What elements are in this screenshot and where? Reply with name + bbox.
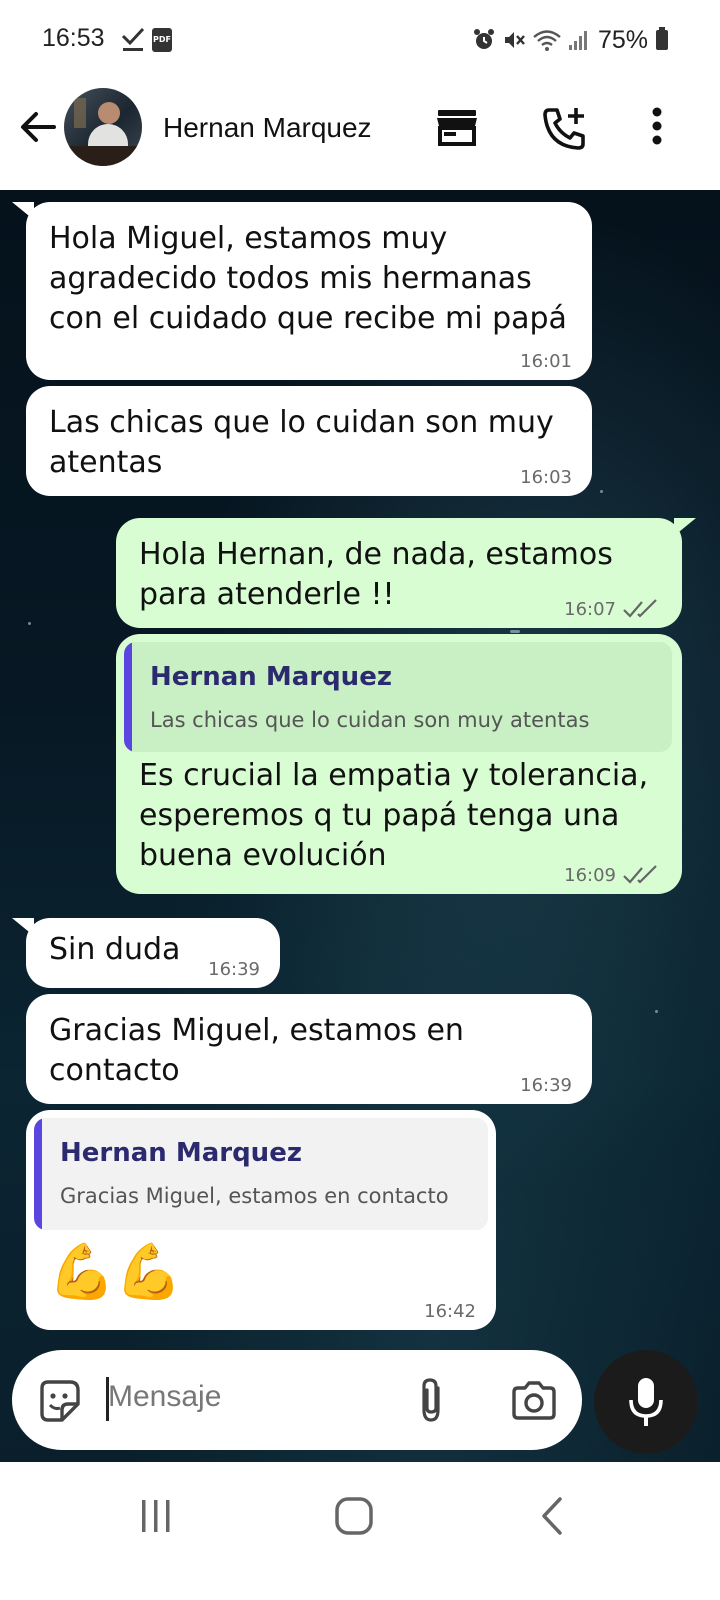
message-bubble-outgoing[interactable]: Hola Hernan, de nada, estamos para atend… (116, 518, 696, 628)
microphone-icon (629, 1378, 663, 1426)
message-time: 16:03 (520, 467, 572, 488)
message-text: Es crucial la empatia y tolerancia, espe… (139, 756, 648, 876)
signal-icon (568, 31, 587, 50)
camera-icon[interactable] (510, 1380, 558, 1422)
message-line: con el cuidado que recibe mi papá (49, 301, 567, 336)
battery-percent: 75% (597, 25, 648, 54)
battery-icon (656, 27, 668, 50)
status-time: 16:53 (42, 24, 105, 52)
message-line: Las chicas que lo cuidan son muy (49, 405, 554, 440)
bubble-tail (674, 518, 696, 536)
message-line: Hola Hernan, de nada, estamos (139, 537, 613, 572)
message-bubble-incoming[interactable]: Las chicas que lo cuidan son muy atentas… (26, 386, 592, 496)
status-indicators: 75% (472, 24, 668, 56)
paperclip-icon[interactable] (416, 1376, 446, 1426)
message-line: Hola Miguel, estamos muy (49, 221, 448, 256)
message-line: Gracias Miguel, estamos en (49, 1013, 464, 1048)
avatar[interactable] (64, 88, 142, 166)
quote-bar (34, 1118, 42, 1230)
system-nav-bar (0, 1462, 720, 1600)
message-bubble-incoming[interactable]: Hola Miguel, estamos muy agradecido todo… (12, 202, 592, 380)
message-time: 16:09 (564, 865, 616, 886)
quote-text: Gracias Miguel, estamos en contacto (60, 1184, 449, 1208)
message-input[interactable]: Mensaje (108, 1380, 221, 1414)
message-line: atentas (49, 445, 163, 480)
quote-bar (124, 642, 132, 752)
message-time: 16:42 (424, 1301, 476, 1322)
quote-author: Hernan Marquez (150, 662, 392, 692)
wifi-icon (533, 30, 561, 51)
contact-name[interactable]: Hernan Marquez (163, 112, 372, 144)
message-bubble-incoming[interactable]: Gracias Miguel, estamos en contacto 16:3… (26, 994, 592, 1104)
check-notification-icon (121, 27, 145, 51)
mic-button[interactable] (594, 1350, 698, 1454)
avatar-desk (64, 146, 142, 166)
message-bubble-incoming[interactable]: Sin duda 16:39 (12, 918, 280, 988)
message-time: 16:39 (520, 1075, 572, 1096)
message-line: contacto (49, 1053, 180, 1088)
add-call-icon[interactable] (540, 104, 590, 154)
wallpaper-star (28, 622, 31, 625)
status-bar: 16:53 PDF 75% (0, 0, 720, 80)
wallpaper-star (510, 630, 520, 633)
back-nav-icon[interactable] (538, 1496, 566, 1536)
bubble-tail (12, 202, 34, 220)
quote-author: Hernan Marquez (60, 1138, 302, 1168)
double-check-icon (623, 599, 657, 618)
quoted-message[interactable]: Hernan Marquez Las chicas que lo cuidan … (124, 642, 672, 752)
arrow-left-icon[interactable] (16, 104, 62, 150)
pdf-notification-icon: PDF (152, 28, 172, 52)
message-text: Las chicas que lo cuidan son muy atentas (49, 403, 554, 483)
wallpaper-star (655, 1010, 658, 1013)
message-time: 16:07 (564, 599, 616, 620)
message-time: 16:39 (208, 959, 260, 980)
home-icon[interactable] (334, 1496, 374, 1536)
avatar-head (98, 102, 120, 124)
message-line: esperemos q tu papá tenga una (139, 798, 620, 833)
mute-icon (504, 32, 525, 48)
more-vert-icon[interactable] (648, 104, 666, 150)
bubble-tail (12, 918, 34, 936)
message-line: agradecido todos mis hermanas (49, 261, 532, 296)
message-bubble-outgoing[interactable]: Hernan Marquez Las chicas que lo cuidan … (116, 634, 682, 894)
avatar-lamp (74, 98, 86, 128)
message-line: Sin duda (49, 932, 181, 967)
message-text: Hola Miguel, estamos muy agradecido todo… (49, 219, 567, 339)
message-bubble-incoming[interactable]: Hernan Marquez Gracias Miguel, estamos e… (26, 1110, 496, 1330)
double-check-icon (623, 865, 657, 884)
chat-area[interactable]: Hola Miguel, estamos muy agradecido todo… (0, 190, 720, 1462)
sticker-icon[interactable] (36, 1378, 82, 1424)
message-line: para atenderle !! (139, 577, 395, 612)
message-text: Sin duda (49, 930, 180, 970)
wallpaper-star (600, 490, 603, 493)
quoted-message[interactable]: Hernan Marquez Gracias Miguel, estamos e… (34, 1118, 488, 1230)
recent-apps-icon[interactable] (138, 1498, 174, 1534)
message-time: 16:01 (520, 351, 572, 372)
emoji-message: 💪💪 (48, 1240, 183, 1303)
store-icon[interactable] (434, 104, 480, 150)
quote-text: Las chicas que lo cuidan son muy atentas (150, 708, 590, 732)
chat-header: Hernan Marquez (0, 80, 720, 190)
message-composer[interactable]: Mensaje (12, 1350, 582, 1450)
alarm-icon (473, 29, 494, 49)
message-line: Es crucial la empatia y tolerancia, (139, 758, 649, 793)
message-text: Gracias Miguel, estamos en contacto (49, 1011, 464, 1091)
message-text: Hola Hernan, de nada, estamos para atend… (139, 535, 613, 615)
